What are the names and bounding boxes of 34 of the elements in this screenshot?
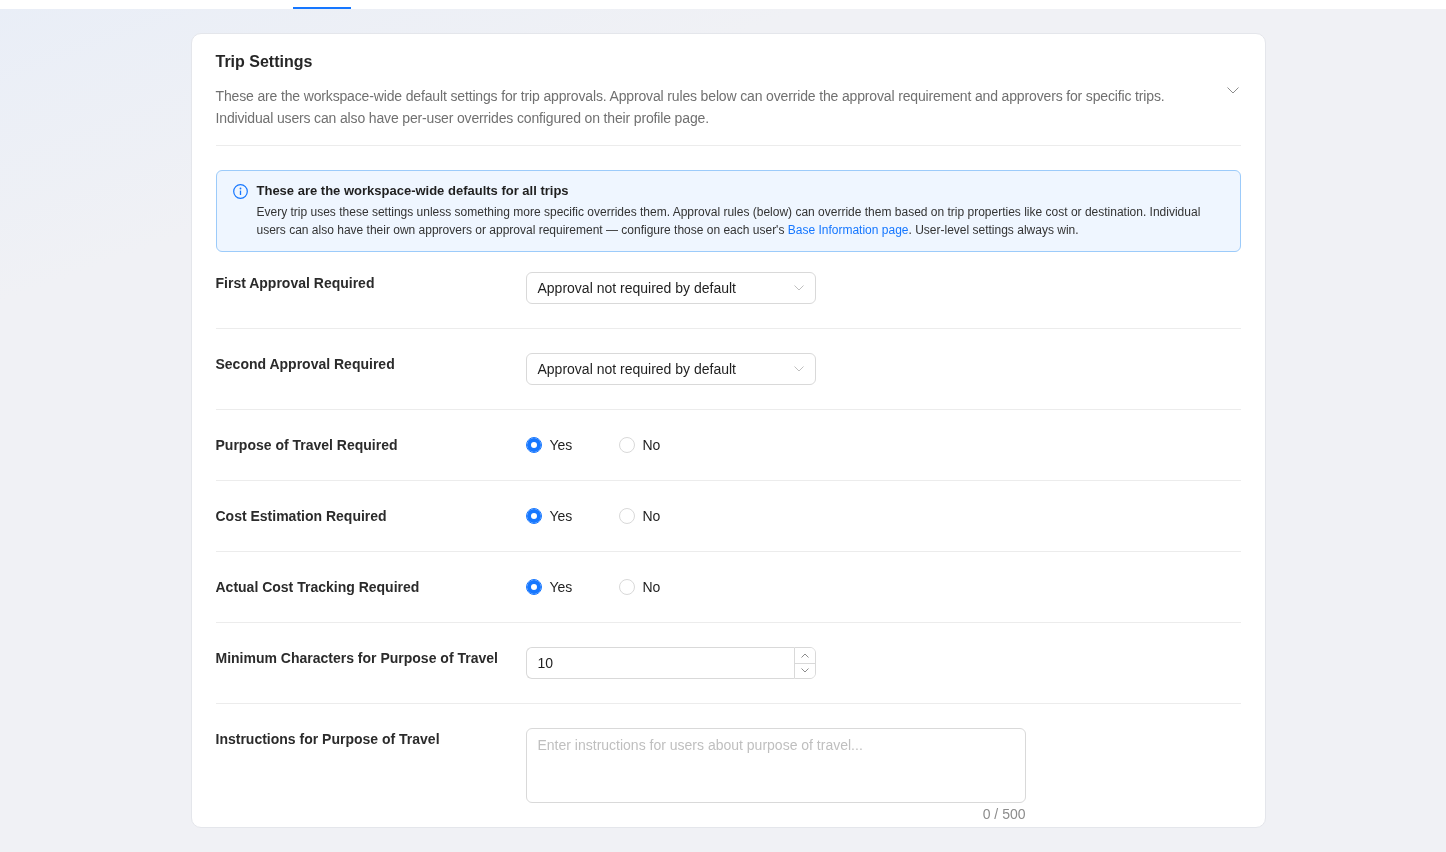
radio-label[interactable]: No	[642, 505, 661, 527]
select-field[interactable]: Approval not required by default	[525, 272, 816, 304]
radio-label[interactable]: Yes	[549, 576, 573, 598]
radio-label[interactable]: No	[642, 434, 661, 456]
alert-text: Every trip uses these settings unless something more specific overrides them. Approval rules (below) can override them based on trip properties like cost or destination. Individual users can also have their own approvers or approval requirement — configure those on each user's Base Information page. User-level settings always win.	[256, 204, 1202, 239]
radio-button[interactable]	[525, 508, 542, 524]
radio-label[interactable]: Yes	[549, 434, 573, 456]
chevron-up-icon	[800, 652, 809, 658]
chevron-down-icon	[793, 366, 804, 372]
setting-label: Instructions for Purpose of Travel	[215, 730, 441, 749]
tab-indicator	[293, 7, 351, 9]
radio-button[interactable]	[525, 437, 542, 453]
section-title: Trip Settings	[215, 52, 314, 72]
info-icon	[232, 184, 248, 199]
chevron-down-icon	[793, 285, 804, 291]
setting-label: Minimum Characters for Purpose of Travel	[215, 649, 499, 668]
setting-label: First Approval Required	[215, 274, 376, 293]
radio-label[interactable]: No	[642, 576, 661, 598]
alert-title: These are the workspace-wide defaults for all trips	[256, 182, 570, 200]
section-description: These are the workspace-wide default settings for trip approvals. Approval rules below can override the approval requirement and approvers for specific trips. Individual users can also have per-user overrides configured on their profile page.	[215, 87, 1166, 128]
chevron-down-icon[interactable]	[1226, 86, 1239, 94]
radio-button[interactable]	[525, 579, 542, 595]
chevron-down-icon	[800, 668, 809, 674]
text-area[interactable]: Enter instructions for users about purpose of travel...	[525, 728, 1026, 803]
character-counter: 0 / 500	[981, 805, 1026, 824]
setting-label: Cost Estimation Required	[215, 507, 388, 526]
page-link[interactable]: Base Information page	[787, 223, 909, 237]
setting-label: Actual Cost Tracking Required	[215, 578, 421, 597]
setting-label: Purpose of Travel Required	[215, 436, 399, 455]
select-field[interactable]: Approval not required by default	[525, 353, 816, 385]
stepper[interactable]	[793, 647, 816, 679]
radio-label[interactable]: Yes	[549, 505, 573, 527]
setting-label: Second Approval Required	[215, 355, 396, 374]
number-field[interactable]: 10	[525, 647, 794, 679]
